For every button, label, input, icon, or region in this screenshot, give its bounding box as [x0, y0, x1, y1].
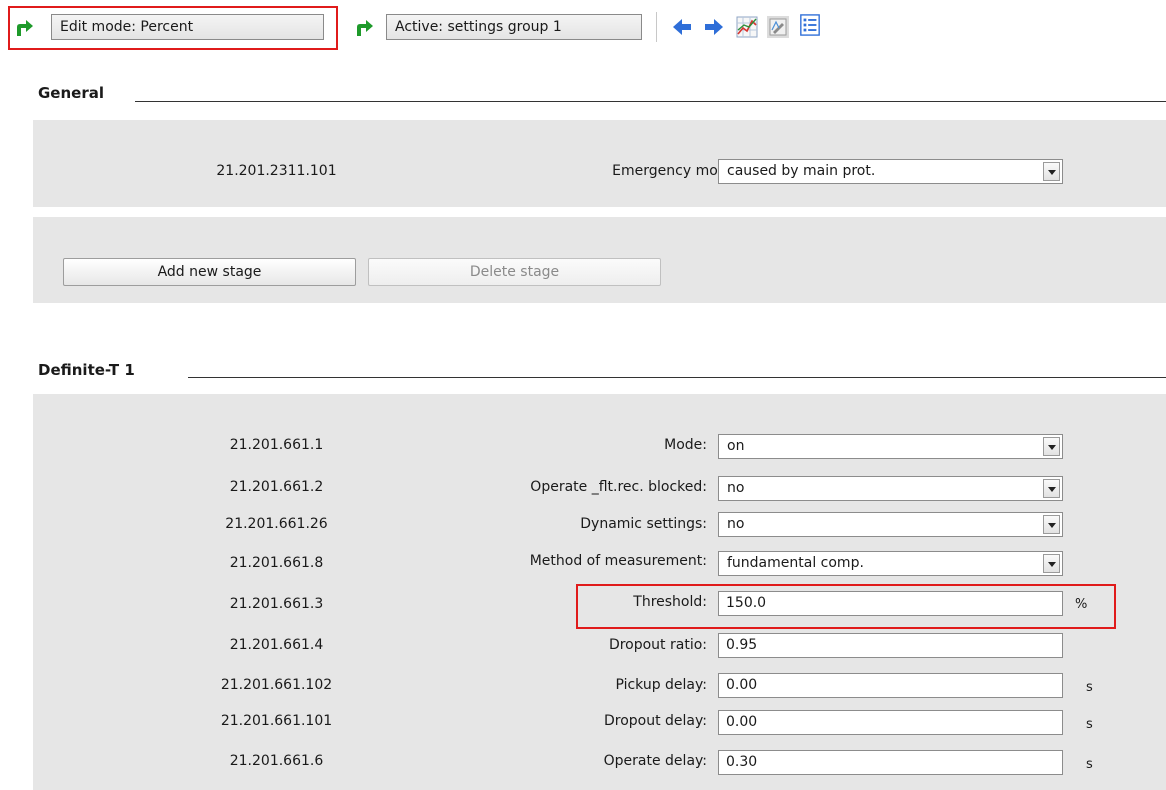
dropout-delay-input[interactable]: 0.00	[718, 710, 1063, 735]
mode-value: on	[727, 438, 745, 454]
emergency-mode-dropdown[interactable]: caused by main prot.	[718, 159, 1063, 184]
pickup-delay-unit: s	[1086, 680, 1093, 695]
operate-delay-unit: s	[1086, 757, 1093, 772]
threshold-highlight	[576, 584, 1116, 629]
chevron-down-icon[interactable]	[1043, 437, 1060, 456]
active-group-label: Active: settings group 1	[395, 19, 562, 35]
edit-mode-highlight	[8, 6, 338, 50]
operate-flt-rec-blocked-value: no	[727, 480, 745, 496]
operate-flt-rec-blocked-dropdown[interactable]: no	[718, 476, 1063, 501]
chevron-down-icon[interactable]	[1043, 479, 1060, 498]
parameter-id: 21.201.2311.101	[216, 163, 337, 179]
dropout-delay-unit: s	[1086, 717, 1093, 732]
method-of-measurement-dropdown[interactable]: fundamental comp.	[718, 551, 1063, 576]
section-divider	[188, 377, 1166, 378]
chevron-down-icon[interactable]	[1043, 554, 1060, 573]
green-arrow-icon	[357, 20, 373, 36]
operate-flt-rec-blocked-label: Operate _flt.rec. blocked:	[530, 479, 707, 495]
dropout-ratio-label: Dropout ratio:	[608, 637, 707, 653]
mode-label: Mode:	[664, 437, 707, 453]
method-of-measurement-value: fundamental comp.	[727, 555, 864, 571]
add-stage-button[interactable]: Add new stage	[63, 258, 356, 286]
back-arrow-icon[interactable]	[671, 16, 693, 38]
dropout-delay-label: Dropout delay:	[603, 713, 707, 729]
definite-panel: 21.201.661.1 Mode: on 21.201.661.2 Opera…	[33, 394, 1166, 790]
toolbar-separator	[656, 12, 657, 42]
general-panel: 21.201.2311.101 Emergency mode: caused b…	[33, 120, 1166, 207]
active-group-field[interactable]: Active: settings group 1	[386, 14, 642, 40]
mode-dropdown[interactable]: on	[718, 434, 1063, 459]
parameter-id: 21.201.661.1	[229, 437, 324, 453]
definite-title: Definite-T 1	[38, 361, 135, 379]
parameter-id: 21.201.661.4	[229, 637, 324, 653]
parameter-id: 21.201.661.26	[225, 516, 328, 532]
parameter-id: 21.201.661.8	[229, 555, 324, 571]
pickup-delay-input[interactable]: 0.00	[718, 673, 1063, 698]
emergency-mode-value: caused by main prot.	[727, 163, 876, 179]
parameter-id: 21.201.661.101	[220, 713, 333, 729]
emergency-mode-label: Emergency mode:	[612, 163, 740, 179]
dynamic-settings-value: no	[727, 516, 745, 532]
parameter-id: 21.201.661.102	[220, 677, 333, 693]
toolbar: Edit mode: Percent Active: settings grou…	[0, 0, 1166, 58]
dropout-ratio-input[interactable]: 0.95	[718, 633, 1063, 658]
section-divider	[135, 101, 1166, 102]
parameter-id: 21.201.661.6	[229, 753, 324, 769]
operate-delay-input[interactable]: 0.30	[718, 750, 1063, 775]
chart-icon[interactable]	[736, 16, 758, 38]
method-of-measurement-label: Method of measurement:	[529, 553, 707, 569]
operate-delay-label: Operate delay:	[603, 753, 707, 769]
delete-stage-button[interactable]: Delete stage	[368, 258, 661, 286]
list-view-icon[interactable]	[799, 14, 821, 36]
dynamic-settings-label: Dynamic settings:	[580, 516, 707, 532]
pickup-delay-label: Pickup delay:	[615, 677, 707, 693]
parameter-id: 21.201.661.2	[229, 479, 324, 495]
forward-arrow-icon[interactable]	[703, 16, 725, 38]
stage-panel: Add new stage Delete stage	[33, 217, 1166, 303]
parameter-id: 21.201.661.3	[229, 596, 324, 612]
chevron-down-icon[interactable]	[1043, 162, 1060, 181]
chevron-down-icon[interactable]	[1043, 515, 1060, 534]
general-title: General	[38, 84, 104, 102]
edit-icon[interactable]	[767, 16, 789, 38]
dynamic-settings-dropdown[interactable]: no	[718, 512, 1063, 537]
